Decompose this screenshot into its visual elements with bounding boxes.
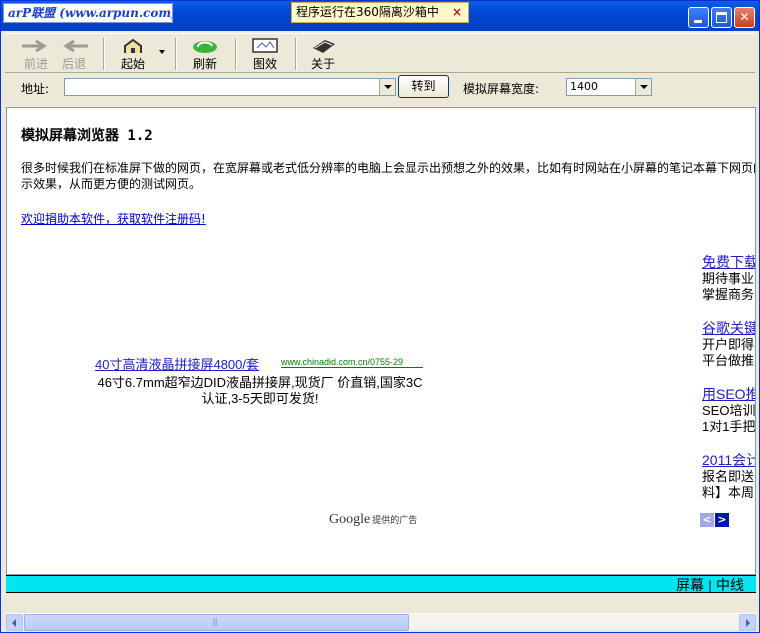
toolbar-separator xyxy=(295,38,297,70)
screen-width-label: 模拟屏幕宽度: xyxy=(463,82,540,96)
donate-link[interactable]: 欢迎捐助本软件，获取软件注册码! xyxy=(21,210,206,227)
status-separator: | xyxy=(707,579,712,593)
side-ad-line: SEO培训 xyxy=(702,403,756,418)
sandbox-close-icon[interactable]: × xyxy=(452,3,462,22)
side-ad-line: 报名即送 xyxy=(702,469,755,484)
google-tagline: 提供的广告 xyxy=(372,515,418,525)
screen-icon xyxy=(252,38,278,53)
side-ad: 免费下载 期待事业 掌握商务 xyxy=(702,254,755,303)
side-ad-headline[interactable]: 免费下载 xyxy=(702,254,755,271)
ad-block: 40寸高清液晶拼接屏4800/套 www.chinadid.com.cn/075… xyxy=(95,354,425,407)
address-bar: 地址: 转到 模拟屏幕宽度: 1400 xyxy=(5,75,755,101)
home-button[interactable]: 起始 xyxy=(115,36,151,72)
side-ad-line: 平台做推 xyxy=(702,353,755,368)
side-ads: 免费下载 期待事业 掌握商务 谷歌关键 开户即得 平台做推 用SEO推 SEO培… xyxy=(702,254,756,518)
scroll-left-icon[interactable] xyxy=(6,614,23,631)
forward-label: 后退 xyxy=(61,57,86,71)
toolbar-separator xyxy=(235,38,237,70)
side-ad: 2011会计 报名即送 料】本周 xyxy=(702,452,755,501)
forward-button[interactable]: 后退 xyxy=(57,36,91,72)
address-input[interactable] xyxy=(64,78,396,96)
side-ad-line: 期待事业 xyxy=(702,271,755,286)
prev-ad-icon[interactable]: < xyxy=(700,513,714,527)
side-ad-headline[interactable]: 谷歌关键 xyxy=(702,320,755,337)
back-button[interactable]: 前进 xyxy=(19,36,53,72)
side-ad: 用SEO推 SEO培训 1对1手把 xyxy=(702,386,756,435)
screen-width-value: 1400 xyxy=(570,80,598,93)
status-center-label: 中线 xyxy=(716,578,744,594)
ad-pager: < > xyxy=(700,512,729,527)
intro-text: 很多时候我们在标准屏下做的网页，在宽屏幕或老式低分辨率的电脑上会显示出预想之外的… xyxy=(21,161,756,191)
refresh-button[interactable]: 刷新 xyxy=(187,36,223,72)
title-bar: arP联盟 (www.arpun.com) 程序运行在360隔离沙箱中 × ✕ xyxy=(1,1,759,31)
side-ad-headline[interactable]: 用SEO推 xyxy=(702,386,755,403)
side-ad: 谷歌关键 开户即得 平台做推 xyxy=(702,320,755,369)
scroll-right-icon[interactable] xyxy=(739,614,756,631)
close-button[interactable]: ✕ xyxy=(734,7,755,28)
next-ad-icon[interactable]: > xyxy=(715,513,729,527)
forward-arrow-icon xyxy=(63,39,88,53)
status-screen-label: 屏幕 xyxy=(675,578,704,594)
side-ad-line: 开户即得 xyxy=(702,337,755,352)
toolbar-separator xyxy=(103,38,105,70)
status-text: 屏幕 | 中线 xyxy=(676,575,744,595)
about-icon xyxy=(313,40,335,53)
toolbar-separator xyxy=(175,38,177,70)
sandbox-notice: 程序运行在360隔离沙箱中 × xyxy=(291,2,469,23)
home-dropdown-icon[interactable] xyxy=(159,50,165,54)
ad-description: 46寸6.7mm超窄边DID液晶拼接屏,现货厂 价直销,国家3C认证,3-5天即… xyxy=(97,375,423,406)
about-button[interactable]: 关于 xyxy=(305,36,341,72)
sandbox-label: 程序运行在360隔离沙箱中 xyxy=(296,5,439,19)
google-ads-attribution[interactable]: Google 提供的广告 xyxy=(329,512,417,528)
status-bar: 屏幕 | 中线 xyxy=(6,575,756,595)
close-icon: ✕ xyxy=(739,10,750,24)
width-dropdown-icon[interactable] xyxy=(635,79,651,95)
back-label: 前进 xyxy=(23,57,48,71)
page-title: 模拟屏幕浏览器 1.2 xyxy=(21,128,153,144)
capture-button[interactable]: 图效 xyxy=(247,36,283,72)
address-label: 地址: xyxy=(21,82,50,96)
about-label: 关于 xyxy=(310,57,335,71)
maximize-icon xyxy=(716,12,727,23)
address-dropdown-icon[interactable] xyxy=(379,79,395,95)
refresh-icon xyxy=(193,41,217,53)
side-ad-line: 掌握商务 xyxy=(702,287,755,302)
toolbar: 前进 后退 起始 刷新 图效 关于 xyxy=(5,33,755,73)
scroll-thumb[interactable] xyxy=(24,614,409,631)
side-ad-line: 1对1手把 xyxy=(702,419,756,434)
app-window: arP联盟 (www.arpun.com) 程序运行在360隔离沙箱中 × ✕ … xyxy=(0,0,760,633)
home-icon xyxy=(124,38,142,53)
ad-url-link[interactable]: www.chinadid.com.cn/0755-29 xyxy=(281,357,423,368)
back-arrow-icon xyxy=(22,39,47,53)
capture-label: 图效 xyxy=(252,57,277,71)
minimize-button[interactable] xyxy=(688,7,709,28)
home-label: 起始 xyxy=(120,57,145,71)
browser-viewport[interactable]: 模拟屏幕浏览器 1.2 很多时候我们在标准屏下做的网页，在宽屏幕或老式低分辨率的… xyxy=(6,107,756,575)
horizontal-scrollbar[interactable] xyxy=(6,613,756,631)
refresh-label: 刷新 xyxy=(192,57,217,71)
side-ad-headline[interactable]: 2011会计 xyxy=(702,452,755,469)
go-button[interactable]: 转到 xyxy=(398,75,449,98)
brand-label: arP联盟 (www.arpun.com) xyxy=(3,3,173,23)
minimize-icon xyxy=(694,20,702,23)
side-ad-line: 料】本周 xyxy=(702,485,755,500)
screen-width-select[interactable]: 1400 xyxy=(566,78,652,96)
maximize-button[interactable] xyxy=(711,7,732,28)
google-logo: Google xyxy=(329,512,371,527)
